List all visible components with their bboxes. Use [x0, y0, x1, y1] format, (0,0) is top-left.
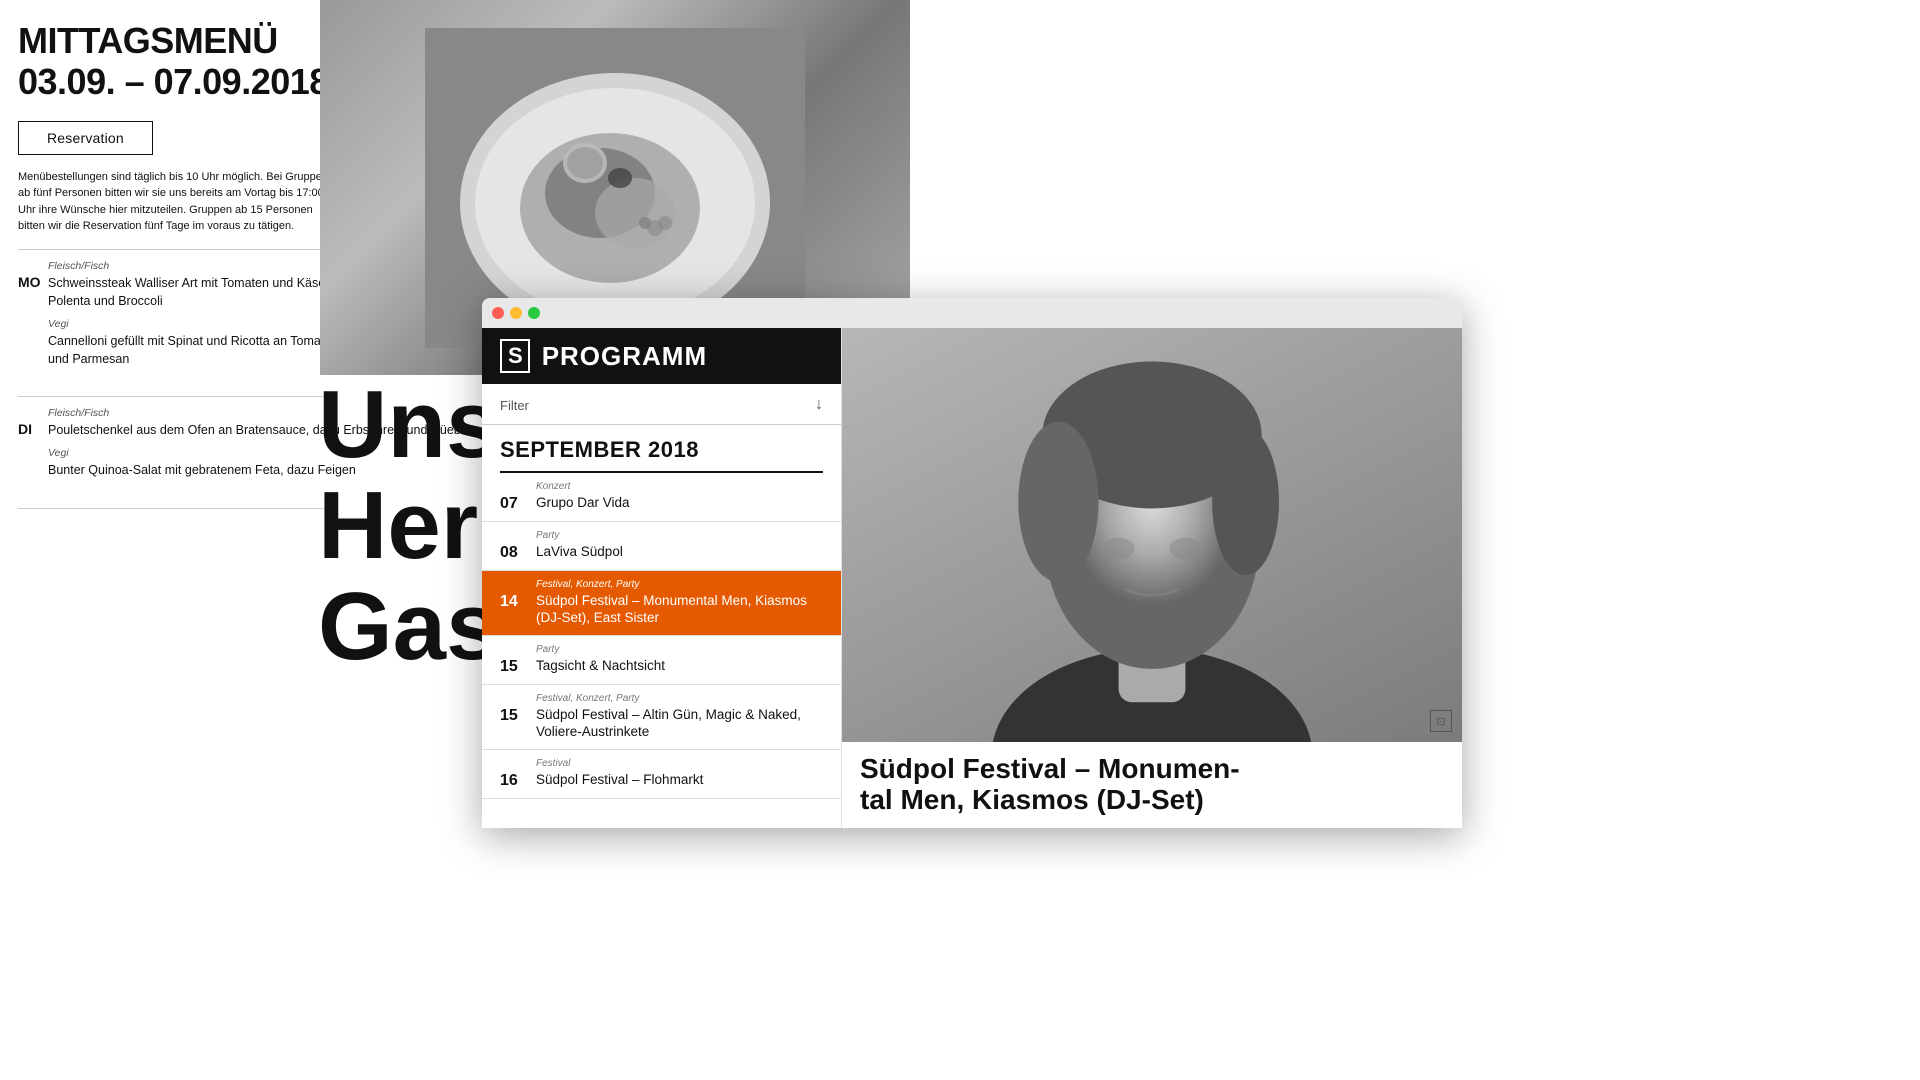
item-category-14: Festival, Konzert, Party [536, 579, 823, 590]
menu-title-line2: 03.09. – 07.09.2018 [18, 61, 329, 102]
item-date-15a: 15 [500, 658, 522, 676]
program-right-title: Südpol Festival – Monumen-tal Men, Kiasm… [842, 742, 1462, 828]
item-date-07: 07 [500, 495, 522, 513]
item-details-14: Festival, Konzert, Party Südpol Festival… [536, 579, 823, 627]
item-name-15b: Südpol Festival – Altin Gün, Magic & Nak… [536, 706, 823, 741]
item-date-14: 14 [500, 593, 522, 611]
item-name-07: Grupo Dar Vida [536, 494, 823, 512]
day-label-mo: MO [18, 274, 48, 290]
program-item-16[interactable]: 16 Festival Südpol Festival – Flohmarkt [482, 750, 841, 799]
item-name-14: Südpol Festival – Monumental Men, Kiasmo… [536, 592, 823, 627]
browser-content: S PROGRAMM Filter ↓ SEPTEMBER 2018 07 Ko… [482, 328, 1462, 828]
program-title-text: PROGRAMM [542, 341, 707, 372]
day-label-di: DI [18, 421, 48, 437]
item-name-08: LaViva Südpol [536, 543, 823, 561]
divider-1 [18, 249, 328, 250]
item-date-08: 08 [500, 544, 522, 562]
item-name-15a: Tagsicht & Nachtsicht [536, 657, 823, 675]
item-details-16: Festival Südpol Festival – Flohmarkt [536, 758, 823, 789]
program-panel: S PROGRAMM Filter ↓ SEPTEMBER 2018 07 Ko… [482, 328, 842, 828]
item-category-15b: Festival, Konzert, Party [536, 693, 823, 704]
program-logo: S [500, 339, 530, 373]
filter-arrow-icon: ↓ [815, 396, 823, 414]
portrait-svg [842, 328, 1462, 742]
filter-row[interactable]: Filter ↓ [482, 384, 841, 425]
browser-window: S PROGRAMM Filter ↓ SEPTEMBER 2018 07 Ko… [482, 298, 1462, 828]
item-name-16: Südpol Festival – Flohmarkt [536, 771, 823, 789]
program-header: S PROGRAMM [482, 328, 841, 384]
item-category-16: Festival [536, 758, 823, 769]
program-item-15b[interactable]: 15 Festival, Konzert, Party Südpol Festi… [482, 685, 841, 750]
item-details-08: Party LaViva Südpol [536, 530, 823, 561]
program-right-image: ⊡ [842, 328, 1462, 742]
program-item-08[interactable]: 08 Party LaViva Südpol [482, 522, 841, 571]
person-silhouette [842, 328, 1462, 742]
item-date-16: 16 [500, 772, 522, 790]
traffic-light-green[interactable] [528, 307, 540, 319]
menu-notice: Menübestellungen sind täglich bis 10 Uhr… [18, 169, 328, 235]
menu-title-line1: MITTAGSMENÜ [18, 20, 278, 61]
reservation-button[interactable]: Reservation [18, 121, 153, 155]
item-details-07: Konzert Grupo Dar Vida [536, 481, 823, 512]
traffic-light-yellow[interactable] [510, 307, 522, 319]
program-right-panel: ⊡ Südpol Festival – Monumen-tal Men, Kia… [842, 328, 1462, 828]
item-category-08: Party [536, 530, 823, 541]
program-item-15a[interactable]: 15 Party Tagsicht & Nachtsicht [482, 636, 841, 685]
item-category-07: Konzert [536, 481, 823, 492]
browser-titlebar [482, 298, 1462, 328]
program-list: 07 Konzert Grupo Dar Vida 08 Party LaViv… [482, 473, 841, 829]
program-item-14[interactable]: 14 Festival, Konzert, Party Südpol Festi… [482, 571, 841, 636]
item-details-15b: Festival, Konzert, Party Südpol Festival… [536, 693, 823, 741]
filter-label: Filter [500, 398, 529, 413]
divider-2 [18, 396, 328, 397]
expand-icon[interactable]: ⊡ [1430, 710, 1452, 732]
program-month: SEPTEMBER 2018 [482, 425, 841, 471]
item-details-15a: Party Tagsicht & Nachtsicht [536, 644, 823, 675]
item-category-15a: Party [536, 644, 823, 655]
program-item-07[interactable]: 07 Konzert Grupo Dar Vida [482, 473, 841, 522]
item-date-15b: 15 [500, 707, 522, 725]
divider-3 [18, 508, 328, 509]
traffic-light-red[interactable] [492, 307, 504, 319]
